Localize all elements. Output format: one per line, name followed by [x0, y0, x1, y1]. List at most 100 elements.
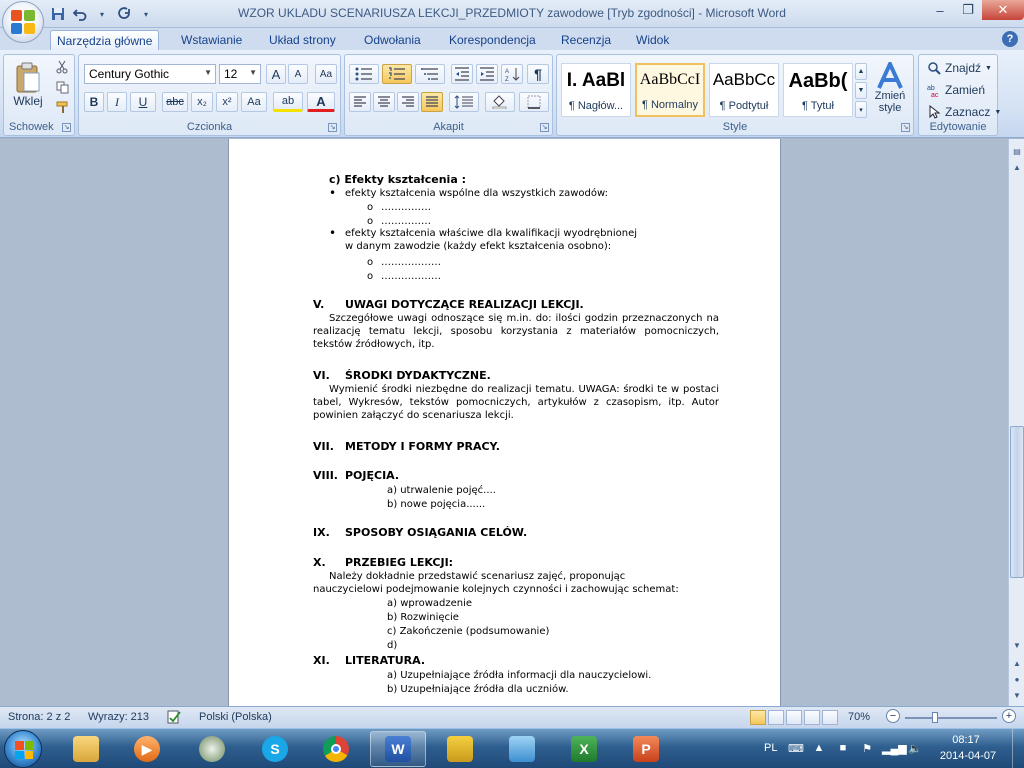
replace-button[interactable]: ab ac Zamień	[927, 81, 985, 99]
section-11-item-a[interactable]: a) Uzupełniające źródła informacji dla n…	[387, 669, 651, 682]
help-icon[interactable]: ?	[1002, 31, 1018, 47]
web-layout-view-icon[interactable]	[786, 710, 802, 725]
change-styles-button[interactable]: Zmień style	[870, 57, 910, 119]
volume-icon[interactable]: 🔈	[908, 742, 922, 756]
format-painter-icon[interactable]	[54, 99, 70, 115]
doc-sub2a[interactable]: ………………	[381, 256, 441, 269]
input-language[interactable]: PL	[764, 742, 777, 754]
close-button[interactable]: ✕	[982, 0, 1024, 20]
outline-view-icon[interactable]	[804, 710, 820, 725]
document-area[interactable]: c) Efekty kształcenia : • efekty kształc…	[0, 139, 1008, 706]
doc-bullet2-line2[interactable]: w danym zawodzie (każdy efekt kształceni…	[345, 240, 611, 253]
paragraph-launcher-icon[interactable]: ↘	[540, 123, 549, 132]
tab-references[interactable]: Odwołania	[358, 30, 427, 50]
bullets-button[interactable]	[349, 64, 379, 84]
page-count[interactable]: Strona: 2 z 2	[8, 711, 70, 723]
styles-launcher-icon[interactable]: ↘	[901, 123, 910, 132]
section-10-item-c[interactable]: c) Zakończenie (podsumowanie)	[387, 625, 549, 638]
sort-button[interactable]: AZ	[501, 64, 523, 84]
doc-sub2b[interactable]: ………………	[381, 270, 441, 283]
section-10-title[interactable]: PRZEBIEG LEKCJI:	[345, 556, 453, 569]
clock-date[interactable]: 2014-04-07	[936, 750, 1000, 762]
clock-time[interactable]: 08:17	[938, 734, 994, 746]
taskbar-control-panel[interactable]	[494, 731, 550, 767]
font-name-combo[interactable]: Century Gothic ▼	[84, 64, 216, 84]
taskbar-explorer[interactable]	[58, 731, 114, 767]
find-button[interactable]: Znajdź ▼	[927, 59, 992, 77]
align-right-button[interactable]	[397, 92, 419, 112]
subscript-button[interactable]: x₂	[191, 92, 213, 112]
doc-bullet1[interactable]: efekty kształcenia wspólne dla wszystkic…	[345, 187, 608, 200]
tab-view[interactable]: Widok	[630, 30, 675, 50]
select-button[interactable]: Zaznacz ▼	[927, 103, 1001, 121]
show-formatting-button[interactable]: ¶	[527, 64, 549, 84]
proofing-icon[interactable]	[166, 709, 182, 728]
action-center-icon[interactable]: ⚑	[860, 742, 874, 756]
taskbar-app-circle[interactable]	[184, 731, 240, 767]
align-left-button[interactable]	[349, 92, 371, 112]
section-11-title[interactable]: LITERATURA.	[345, 654, 425, 667]
grow-font-button[interactable]: A	[266, 64, 286, 84]
section-11-item-b[interactable]: b) Uzupełniające źródła dla uczniów.	[387, 683, 569, 696]
tray-expand-icon[interactable]: ▲	[812, 742, 826, 756]
underline-button[interactable]: U	[130, 92, 156, 112]
maximize-button[interactable]: ❐	[954, 0, 982, 20]
increase-indent-button[interactable]	[476, 64, 498, 84]
full-screen-reading-view-icon[interactable]	[768, 710, 784, 725]
cut-icon[interactable]	[54, 59, 70, 75]
font-launcher-icon[interactable]: ↘	[328, 123, 337, 132]
doc-c-heading[interactable]: c) Efekty kształcenia :	[329, 173, 466, 186]
keyboard-icon[interactable]: ⌨	[788, 742, 804, 756]
show-desktop-button[interactable]	[1012, 729, 1024, 768]
shading-button[interactable]	[485, 92, 515, 112]
font-color-button[interactable]: A	[307, 92, 335, 112]
start-button[interactable]	[4, 730, 42, 768]
find-dropdown-icon[interactable]: ▼	[985, 65, 992, 72]
line-spacing-button[interactable]	[449, 92, 479, 112]
previous-page-icon[interactable]: ▲	[1010, 657, 1024, 671]
section-5-title[interactable]: UWAGI DOTYCZĄCE REALIZACJI LEKCJI.	[345, 298, 584, 311]
section-10-item-a[interactable]: a) wprowadzenie	[387, 597, 472, 610]
section-10-item-d[interactable]: d)	[387, 639, 397, 652]
select-dropdown-icon[interactable]: ▼	[994, 109, 1001, 116]
tab-insert[interactable]: Wstawianie	[175, 30, 248, 50]
scroll-thumb[interactable]	[1010, 426, 1024, 578]
tab-review[interactable]: Recenzja	[555, 30, 617, 50]
styles-scroll-down-icon[interactable]: ▼	[855, 82, 867, 99]
section-10-line2[interactable]: nauczycielowi podejmowanie kolejnych czy…	[313, 583, 679, 596]
language-indicator[interactable]: Polski (Polska)	[199, 711, 272, 723]
taskbar-powerpoint[interactable]: P	[618, 731, 674, 767]
superscript-button[interactable]: x²	[216, 92, 238, 112]
minimize-button[interactable]: –	[926, 0, 954, 20]
multilevel-list-button[interactable]	[415, 64, 445, 84]
document-page[interactable]: c) Efekty kształcenia : • efekty kształc…	[228, 139, 781, 706]
section-10-item-b[interactable]: b) Rozwinięcie	[387, 611, 459, 624]
style-subtitle[interactable]: AaBbCc ¶ Podtytuł	[709, 63, 779, 117]
paste-button[interactable]: Wklej	[10, 57, 46, 113]
taskbar-installer[interactable]	[432, 731, 488, 767]
section-8-item-b[interactable]: b) nowe pojęcia......	[387, 498, 485, 511]
zoom-out-button[interactable]: −	[886, 709, 900, 723]
draft-view-icon[interactable]	[822, 710, 838, 725]
tab-mailings[interactable]: Korespondencja	[443, 30, 542, 50]
zoom-slider-thumb[interactable]	[932, 712, 938, 723]
network-signal-icon[interactable]: ▂▄▆	[882, 742, 907, 756]
strikethrough-button[interactable]: abc	[162, 92, 188, 112]
shrink-font-button[interactable]: A	[288, 64, 308, 84]
tab-page-layout[interactable]: Układ strony	[263, 30, 342, 50]
numbering-button[interactable]	[382, 64, 412, 84]
doc-bullet2-line1[interactable]: efekty kształcenia właściwe dla kwalifik…	[345, 227, 637, 240]
zoom-level[interactable]: 70%	[848, 711, 870, 723]
borders-button[interactable]	[519, 92, 549, 112]
decrease-indent-button[interactable]	[451, 64, 473, 84]
change-case-button[interactable]: Aa	[241, 92, 267, 112]
font-size-combo[interactable]: 12 ▼	[219, 64, 261, 84]
italic-button[interactable]: I	[107, 92, 127, 112]
font-size-dropdown-icon[interactable]: ▼	[249, 68, 257, 77]
taskbar-chrome[interactable]	[308, 731, 364, 767]
taskbar-skype[interactable]: S	[247, 731, 303, 767]
ruler-toggle-icon[interactable]: ▤	[1010, 145, 1024, 159]
tray-app-icon[interactable]: ■	[836, 742, 850, 756]
print-layout-view-icon[interactable]	[750, 710, 766, 725]
style-title[interactable]: AaBb( ¶ Tytuł	[783, 63, 853, 117]
